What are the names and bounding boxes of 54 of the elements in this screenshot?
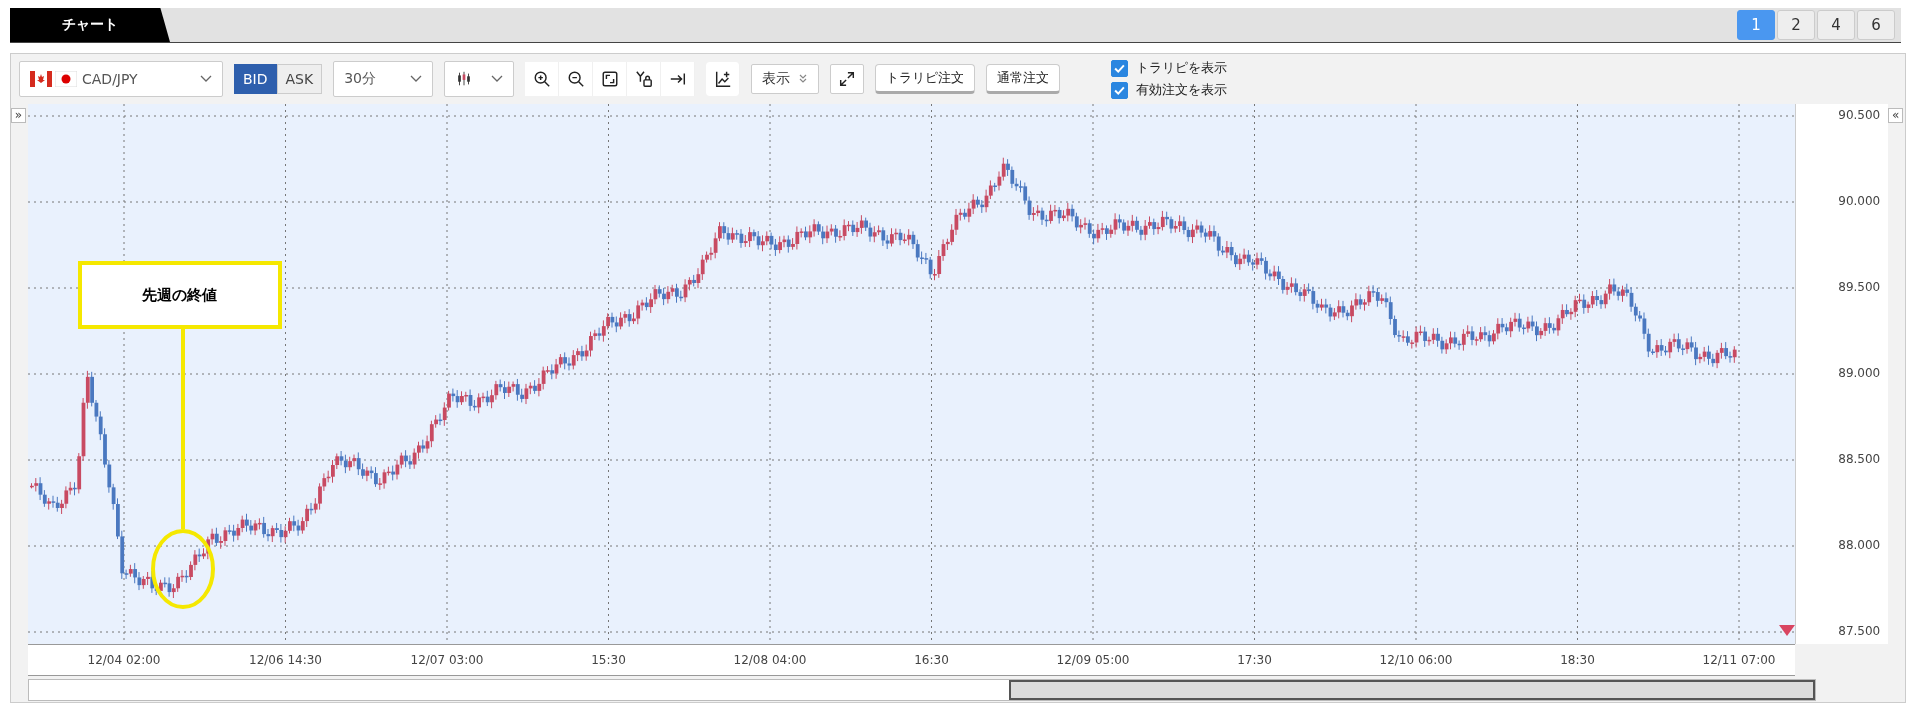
checkbox[interactable] xyxy=(1111,81,1129,99)
x-axis-label: 12/08 04:00 xyxy=(733,653,807,667)
x-axis-label: 12/04 02:00 xyxy=(87,653,161,667)
fit-screen-icon xyxy=(600,70,619,88)
expand-sidebar-button[interactable]: » xyxy=(11,107,26,123)
chart-tab[interactable]: チャート xyxy=(10,8,170,42)
x-axis-label: 16:30 xyxy=(914,653,949,667)
x-axis-label: 12/06 14:30 xyxy=(249,653,322,667)
price-side-toggle[interactable]: BID xyxy=(234,64,277,94)
chevron-down-icon xyxy=(200,75,212,83)
y-axis-label: 88.000 xyxy=(1838,538,1881,552)
y-axis-label: 87.500 xyxy=(1838,624,1881,638)
order-button[interactable]: トラリピ注文 xyxy=(875,64,976,94)
range-slider-thumb[interactable] xyxy=(1009,680,1815,700)
zoom-in-icon xyxy=(532,70,551,88)
checkbox[interactable] xyxy=(1111,59,1129,77)
add-indicator-button[interactable] xyxy=(706,62,741,96)
x-axis-label: 12/09 05:00 xyxy=(1056,653,1130,667)
y-axis-label: 90.000 xyxy=(1838,194,1881,208)
triangle-marker-icon xyxy=(1778,625,1795,636)
x-axis-label: 12/10 06:00 xyxy=(1379,653,1453,667)
display-dropdown[interactable]: 表示 xyxy=(751,64,820,94)
timeframe-dropdown[interactable]: 30分 xyxy=(333,61,434,97)
y-axis-label: 90.500 xyxy=(1838,108,1881,122)
chevron-down-icon xyxy=(410,75,423,83)
symbol-dropdown[interactable]: CAD/JPY xyxy=(19,61,223,97)
expand-icon xyxy=(838,70,857,88)
y-axis-label: 88.500 xyxy=(1838,452,1881,466)
chart-plus-icon xyxy=(713,70,732,88)
x-axis-label: 15:30 xyxy=(591,653,626,667)
zoom-out-icon xyxy=(566,70,585,88)
callout-label: 先週の終値 xyxy=(77,261,282,329)
chevron-down-icon xyxy=(491,75,504,83)
price-side-toggle[interactable]: ASK xyxy=(276,64,323,94)
y-axis-label: 89.500 xyxy=(1838,280,1881,294)
checkbox-label: 有効注文を表示 xyxy=(1136,81,1228,99)
japan-flag-icon xyxy=(55,71,77,87)
chart-type-dropdown[interactable] xyxy=(444,61,515,97)
y-lock-icon xyxy=(634,70,653,88)
x-axis-label: 17:30 xyxy=(1237,653,1272,667)
y-axis-label: 89.000 xyxy=(1838,366,1881,380)
canada-flag-icon xyxy=(30,71,52,87)
double-chevron-down-icon xyxy=(798,74,809,84)
zoom-in-button[interactable] xyxy=(525,62,560,96)
order-button[interactable]: 通常注文 xyxy=(986,64,1061,94)
expand-button[interactable] xyxy=(830,64,865,94)
layout-button[interactable]: 2 xyxy=(1777,10,1815,40)
checkbox-label: トラリピを表示 xyxy=(1136,59,1228,77)
x-axis-label: 12/07 03:00 xyxy=(410,653,484,667)
collapse-panel-button[interactable]: « xyxy=(1888,107,1904,123)
x-axis-label: 18:30 xyxy=(1560,653,1595,667)
layout-button[interactable]: 6 xyxy=(1857,10,1895,40)
layout-button[interactable]: 4 xyxy=(1817,10,1855,40)
x-axis-label: 12/11 07:00 xyxy=(1702,653,1776,667)
